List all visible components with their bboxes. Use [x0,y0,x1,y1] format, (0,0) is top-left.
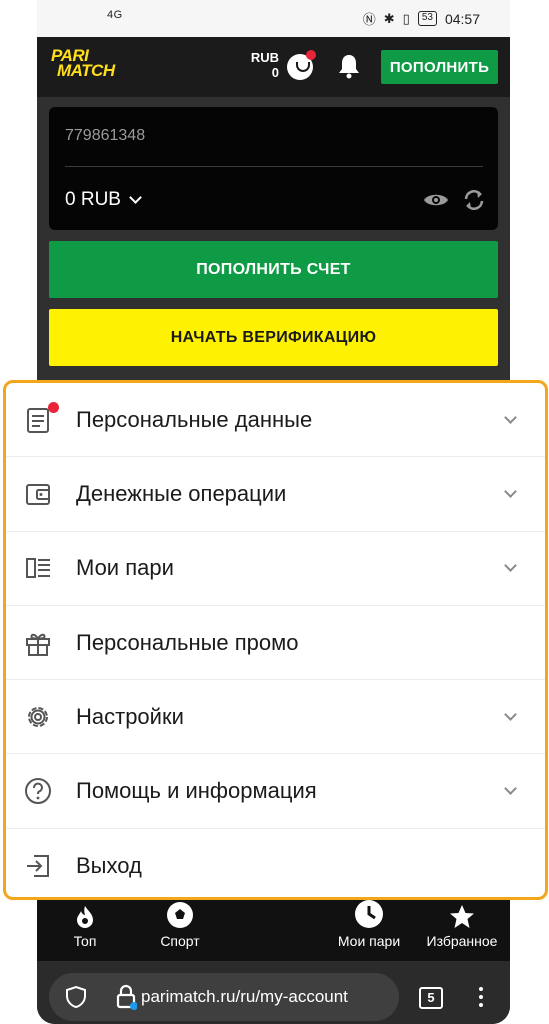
status-bar: 4G Ⓝ ✱ ▯ 53 04:57 [37,0,510,37]
chevron-down-icon [504,410,517,424]
header-balance-value: 0 [271,65,279,80]
soccer-ball-icon [167,902,193,928]
menu-item-label: Мои пари [76,555,174,581]
gear-icon [28,706,48,727]
notification-dot [48,402,59,413]
bell-icon[interactable] [337,53,361,79]
status-icons: Ⓝ ✱ ▯ 53 04:57 [363,9,480,28]
account-card: 779861348 0 RUB [49,107,498,230]
nav-item-top[interactable]: Топ [57,897,113,949]
parimatch-logo[interactable]: PARI MATCH [51,47,161,84]
address-bar[interactable]: parimatch.ru/ru/my-account [49,973,399,1021]
bets-list-icon [26,558,50,579]
logout-icon [27,854,49,877]
menu-item-personal-data[interactable]: Персональные данные [6,383,545,458]
star-icon [450,905,474,928]
bluetooth-icon: ✱ [383,10,395,26]
chevron-down-icon [504,485,517,498]
shield-icon[interactable] [65,985,87,1009]
nfc-icon: Ⓝ [362,12,376,27]
refresh-icon[interactable] [462,189,486,211]
nav-label: Избранное [426,933,498,949]
menu-item-label: Выход [76,852,142,878]
deposit-button[interactable]: ПОПОЛНИТЬ СЧЕТ [49,241,498,298]
topup-button[interactable]: ПОПОЛНИТЬ [381,50,498,84]
nav-item-my-bets[interactable]: Мои пари [329,897,409,949]
clock-icon [355,900,383,928]
account-id: 779861348 [65,127,146,144]
battery-icon: 53 [417,11,437,26]
fire-icon [77,906,93,928]
clock-time: 04:57 [444,10,480,27]
menu-item-money-operations[interactable]: Денежные операции [6,457,545,532]
start-verification-button[interactable]: НАЧАТЬ ВЕРИФИКАЦИЮ [49,309,498,366]
gift-icon [26,633,50,656]
nav-label: Мои пари [337,933,401,949]
lock-icon [116,984,137,1010]
avatar-notification-dot [306,50,316,60]
chevron-down-icon [504,559,517,573]
logo-line2: MATCH [57,61,115,80]
app-header: PARI MATCH RUB 0 ПОПОЛНИТЬ [37,37,510,97]
menu-item-label: Персональные промо [76,629,299,655]
card-divider [65,166,483,167]
menu-item-label: Помощь и информация [76,778,317,804]
help-icon [25,778,51,805]
header-currency: RUB [250,50,279,65]
menu-item-label: Настройки [76,703,184,729]
menu-item-settings[interactable]: Настройки [6,680,545,755]
chevron-down-icon [129,191,142,204]
menu-item-label: Персональные данные [76,406,313,432]
more-menu-icon[interactable] [479,987,485,1011]
balance-value: 0 RUB [65,189,121,210]
vibrate-icon: ▯ [402,10,410,26]
account-menu: Персональные данные Денежные операции Мо… [3,380,548,900]
balance-selector[interactable]: 0 RUB [65,189,142,211]
menu-item-help[interactable]: Помощь и информация [6,754,545,829]
bottom-navigation: Топ Спорт Мои пари Избранное [37,897,510,961]
network-indicator: 4G [107,9,123,21]
nav-label: Спорт [160,933,200,949]
nav-item-sport[interactable]: Спорт [150,897,210,949]
header-balance[interactable]: RUB 0 [247,50,279,80]
tabs-button[interactable]: 5 [419,987,443,1009]
wallet-icon [26,483,50,505]
browser-toolbar: parimatch.ru/ru/my-account 5 [37,961,510,1024]
nav-item-favorites[interactable]: Избранное [417,897,507,949]
chevron-down-icon [504,707,517,721]
menu-item-label: Денежные операции [76,480,287,506]
url-text: parimatch.ru/ru/my-account [141,987,348,1006]
chevron-down-icon [504,782,517,795]
menu-item-my-bets[interactable]: Мои пари [6,532,545,606]
eye-icon[interactable] [423,191,449,209]
menu-item-logout[interactable]: Выход [6,829,545,897]
nav-label: Топ [73,933,97,949]
avatar[interactable] [287,50,316,80]
menu-item-personal-promo[interactable]: Персональные промо [6,606,545,681]
